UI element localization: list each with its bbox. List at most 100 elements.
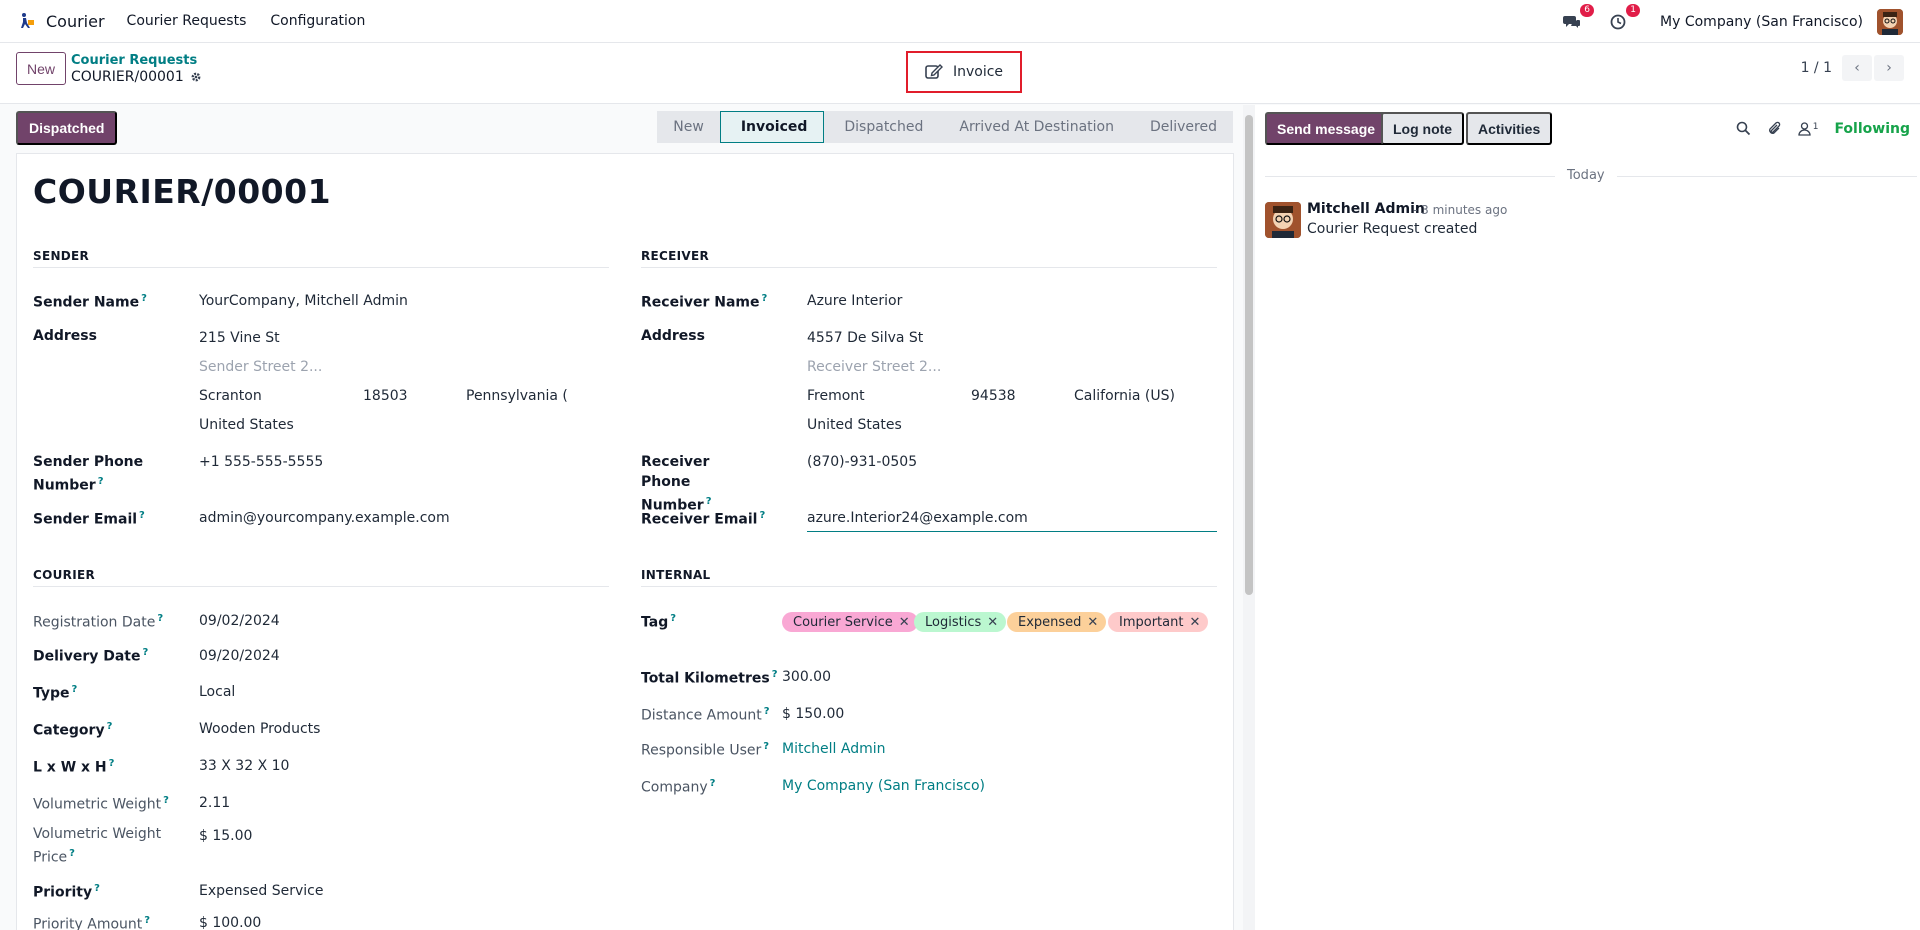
followers-count: 1: [1812, 121, 1819, 132]
search-icon[interactable]: [1736, 121, 1751, 136]
message-timestamp: - 3 minutes ago: [1413, 203, 1508, 217]
following-button[interactable]: Following: [1834, 121, 1910, 137]
sender-zip-field[interactable]: 18503: [363, 386, 408, 406]
receiver-street-field[interactable]: 4557 De Silva St: [807, 328, 923, 348]
sender-name-field[interactable]: YourCompany, Mitchell Admin: [199, 291, 408, 311]
stage-delivered[interactable]: Delivered: [1129, 111, 1233, 143]
responsible-user-field[interactable]: Mitchell Admin: [782, 739, 886, 759]
form-scrollbar[interactable]: [1243, 105, 1255, 930]
pager-next-button[interactable]: ›: [1874, 55, 1904, 81]
new-button[interactable]: New: [16, 52, 67, 85]
lwh-field[interactable]: 33 X 32 X 10: [199, 756, 289, 776]
chatter-toolbar: 1 Following: [1736, 112, 1910, 145]
sender-phone-label: Sender Phone Number?: [33, 454, 144, 494]
total-kilometres-field[interactable]: 300.00: [782, 667, 831, 687]
receiver-name-label: Receiver Name?: [641, 293, 768, 311]
receiver-city-field[interactable]: Fremont: [807, 386, 865, 406]
sender-state-field[interactable]: Pennsylvania (: [466, 386, 568, 406]
sender-city-field[interactable]: Scranton: [199, 386, 262, 406]
receiver-phone-field[interactable]: (870)-931-0505: [807, 452, 917, 472]
sender-street-field[interactable]: 215 Vine St: [199, 328, 280, 348]
receiver-state-field[interactable]: California (US): [1074, 386, 1175, 406]
company-switcher[interactable]: My Company (San Francisco): [1660, 14, 1863, 30]
receiver-email-label: Receiver Email?: [641, 510, 766, 528]
stage-pipeline: New Invoiced Dispatched Arrived At Desti…: [657, 111, 1233, 143]
invoice-button-label: Invoice: [952, 64, 1004, 80]
remove-tag-icon[interactable]: ✕: [1087, 615, 1098, 630]
sender-country-field[interactable]: United States: [199, 415, 294, 435]
messages-button[interactable]: 6: [1560, 3, 1595, 34]
receiver-email-field[interactable]: azure.Interior24@example.com: [807, 508, 1028, 528]
type-label: Type?: [33, 684, 78, 702]
stage-arrived-at-destination[interactable]: Arrived At Destination: [939, 111, 1130, 143]
courier-heading: COURIER: [33, 568, 609, 587]
message-body: Courier Request created: [1307, 221, 1478, 237]
remove-tag-icon[interactable]: ✕: [987, 615, 998, 630]
tag-label: Tag?: [641, 613, 677, 631]
receiver-zip-field[interactable]: 94538: [971, 386, 1016, 406]
invoice-highlight-box: Invoice: [906, 51, 1022, 93]
breadcrumb-current: COURIER/00001: [71, 69, 202, 85]
category-field[interactable]: Wooden Products: [199, 719, 320, 739]
log-note-button[interactable]: Log note: [1381, 112, 1465, 145]
company-label: Company?: [641, 778, 716, 796]
stage-dispatched[interactable]: Dispatched: [824, 111, 940, 143]
menu-courier-requests[interactable]: Courier Requests: [127, 13, 247, 29]
volumetric-weight-field[interactable]: 2.11: [199, 793, 230, 813]
priority-amount-label: Priority Amount?: [33, 915, 151, 930]
pager-value[interactable]: 1 / 1: [1801, 60, 1832, 76]
remove-tag-icon[interactable]: ✕: [899, 615, 910, 630]
paperclip-icon[interactable]: [1767, 121, 1782, 136]
breadcrumb-current-label: COURIER/00001: [71, 69, 184, 85]
courier-app-icon[interactable]: [16, 10, 38, 32]
user-avatar[interactable]: [1877, 8, 1903, 35]
tag-important[interactable]: Important ✕: [1108, 612, 1209, 632]
send-message-button[interactable]: Send message: [1265, 112, 1388, 145]
volumetric-weight-label: Volumetric Weight?: [33, 795, 169, 813]
tag-expensed[interactable]: Expensed ✕: [1007, 612, 1107, 632]
dispatched-button[interactable]: Dispatched: [16, 111, 118, 145]
gear-icon[interactable]: [190, 71, 202, 83]
message-author-avatar[interactable]: [1265, 202, 1301, 238]
registration-date-field[interactable]: 09/02/2024: [199, 611, 280, 631]
category-label: Category?: [33, 721, 113, 739]
stage-new[interactable]: New: [657, 111, 720, 143]
user-icon: [1798, 121, 1811, 136]
sender-email-field[interactable]: admin@yourcompany.example.com: [199, 508, 450, 528]
chat-icon: [1563, 15, 1581, 28]
breadcrumb-parent[interactable]: Courier Requests: [71, 53, 197, 68]
priority-amount-field[interactable]: $ 100.00: [199, 913, 261, 930]
receiver-street2-field[interactable]: Receiver Street 2...: [807, 357, 941, 377]
invoice-button[interactable]: Invoice: [925, 64, 1003, 80]
distance-amount-field[interactable]: $ 150.00: [782, 704, 844, 724]
activities-button[interactable]: Activities: [1466, 112, 1553, 145]
menu-configuration[interactable]: Configuration: [270, 13, 365, 29]
chevron-right-icon: ›: [1886, 60, 1892, 76]
tag-logistics[interactable]: Logistics ✕: [914, 612, 1007, 632]
distance-amount-label: Distance Amount?: [641, 706, 770, 724]
receiver-country-field[interactable]: United States: [807, 415, 902, 435]
form-sheet: COURIER/00001 SENDER Sender Name? YourCo…: [16, 153, 1234, 930]
message-author[interactable]: Mitchell Admin: [1307, 201, 1425, 217]
pager-previous-button[interactable]: ‹: [1842, 55, 1872, 81]
stage-invoiced[interactable]: Invoiced: [719, 111, 825, 143]
remove-tag-icon[interactable]: ✕: [1189, 615, 1200, 630]
app-name[interactable]: Courier: [46, 12, 105, 31]
sender-street2-field[interactable]: Sender Street 2...: [199, 357, 322, 377]
statusbar: Dispatched New Invoiced Dispatched Arriv…: [16, 111, 1233, 145]
delivery-date-field[interactable]: 09/20/2024: [199, 646, 280, 666]
sender-phone-field[interactable]: +1 555-555-5555: [199, 452, 323, 472]
receiver-name-field[interactable]: Azure Interior: [807, 291, 902, 311]
followers-button[interactable]: 1: [1798, 121, 1819, 136]
activities-button[interactable]: 1: [1606, 3, 1641, 34]
sender-address-label: Address: [33, 328, 97, 344]
record-title[interactable]: COURIER/00001: [33, 172, 331, 211]
delivery-date-label: Delivery Date?: [33, 647, 149, 665]
scrollbar-thumb[interactable]: [1245, 115, 1253, 595]
priority-field[interactable]: Expensed Service: [199, 881, 324, 901]
receiver-address-label: Address: [641, 328, 705, 344]
volumetric-weight-price-field[interactable]: $ 15.00: [199, 826, 252, 846]
type-field[interactable]: Local: [199, 682, 235, 702]
company-field[interactable]: My Company (San Francisco): [782, 776, 985, 796]
tag-courier-service[interactable]: Courier Service ✕: [782, 612, 918, 632]
